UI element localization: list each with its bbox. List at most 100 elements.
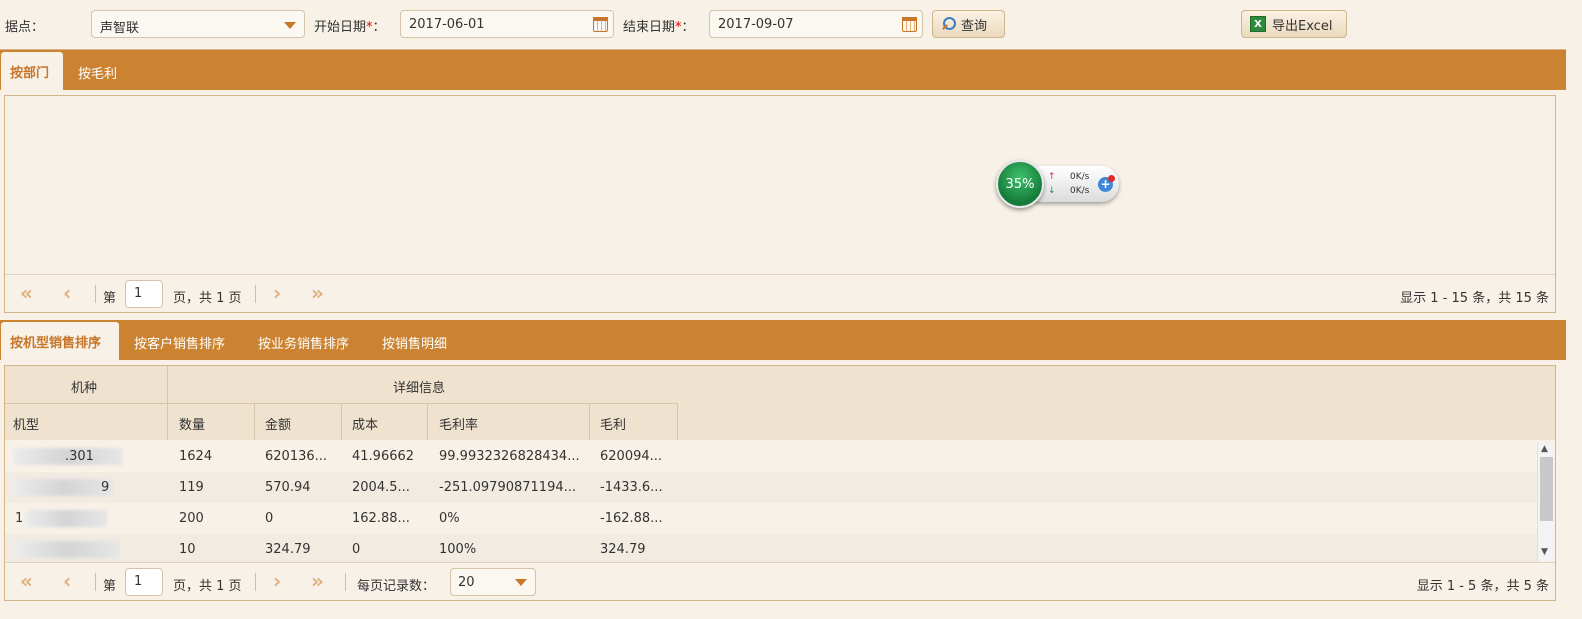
cell-gross-profit: -1433.6...: [600, 480, 663, 495]
end-date-label: 结束日期*：: [623, 20, 695, 35]
page-prefix: 第: [103, 579, 117, 594]
bottom-tab-bar: 按机型销售排序 按客户销售排序 按业务销售排序 按销售明细: [0, 320, 1566, 360]
download-arrow-icon: ↓: [1048, 186, 1056, 196]
header-divider: [677, 403, 678, 440]
usage-percent: 35%: [996, 160, 1044, 208]
model-sales-grid: 机种 详细信息 机型 数量 金额 成本 毛利率 毛利 .301 1624 620…: [4, 365, 1556, 601]
tab-by-gross-profit[interactable]: 按毛利: [69, 55, 126, 90]
tab-by-department[interactable]: 按部门: [1, 52, 63, 90]
column-header-margin-rate[interactable]: 毛利率: [439, 414, 478, 433]
table-row[interactable]: .301 1624 620136... 41.96662 99.99323268…: [5, 441, 1538, 472]
department-panel: « ‹ 第 1 页，共 1 页 › » 显示 1 - 15 条，共 15 条: [4, 95, 1556, 313]
redacted-model: [25, 510, 107, 527]
pager-divider: [95, 285, 96, 303]
header-divider: [589, 403, 590, 440]
excel-icon: X: [1250, 16, 1266, 32]
cell-amount: 0: [265, 511, 274, 526]
table-row[interactable]: 9 119 570.94 2004.5... -251.09790871194.…: [5, 472, 1538, 503]
pager-divider: [95, 573, 96, 591]
query-button[interactable]: 查询: [932, 10, 1005, 38]
scroll-down-icon[interactable]: ▼: [1541, 547, 1548, 557]
upload-speed: 0K/s: [1070, 172, 1090, 182]
cell-qty: 1624: [179, 449, 213, 464]
network-speed-widget[interactable]: 35% ↑ ↓ 0K/s 0K/s +: [996, 160, 1124, 208]
cell-margin-rate: 0%: [439, 511, 460, 526]
query-button-label: 查询: [961, 18, 988, 34]
search-icon: [941, 17, 956, 31]
page-number-input[interactable]: 1: [125, 568, 163, 596]
grid-scrollbar[interactable]: ▲ ▼: [1537, 443, 1554, 561]
grid-header: 机种 详细信息 机型 数量 金额 成本 毛利率 毛利: [5, 366, 1555, 440]
table-row[interactable]: 1 200 0 162.88... 0% -162.88...: [5, 503, 1538, 534]
cell-model: 1: [15, 511, 24, 526]
top-tab-bar: 按部门 按毛利: [0, 50, 1566, 90]
column-header-amount[interactable]: 金额: [265, 414, 291, 433]
group-header-detail: 详细信息: [393, 381, 446, 396]
cell-margin-rate: -251.09790871194...: [439, 480, 577, 495]
tab-by-business-sales[interactable]: 按业务销售排序: [249, 325, 358, 360]
column-header-gross-profit[interactable]: 毛利: [600, 414, 626, 433]
cell-qty: 200: [179, 511, 204, 526]
column-header-cost[interactable]: 成本: [352, 414, 378, 433]
pager-summary: 显示 1 - 5 条，共 5 条: [1416, 579, 1549, 594]
redacted-model: [15, 541, 119, 558]
end-date-input[interactable]: 2017-09-07: [709, 10, 923, 38]
group-header-model-kind: 机种: [71, 381, 98, 396]
redacted-model: [13, 479, 113, 496]
header-divider: [427, 403, 428, 440]
upload-arrow-icon: ↑: [1048, 172, 1056, 182]
last-page-icon[interactable]: »: [311, 571, 324, 591]
scroll-up-icon[interactable]: ▲: [1541, 444, 1548, 454]
chevron-down-icon: [284, 22, 296, 29]
per-page-value: 20: [458, 575, 475, 590]
cell-cost: 41.96662: [352, 449, 415, 464]
pager-summary: 显示 1 - 15 条，共 15 条: [1400, 291, 1549, 306]
calendar-icon[interactable]: [593, 17, 608, 32]
filter-toolbar: 据点： 声智联 开始日期*： 2017-06-01 结束日期*： 2017-09…: [0, 0, 1566, 50]
cell-gross-profit: 620094...: [600, 449, 663, 464]
cell-gross-profit: -162.88...: [600, 511, 663, 526]
bottom-pager: « ‹ 第 1 页，共 1 页 › » 每页记录数： 20 显示 1 - 5 条…: [5, 562, 1555, 600]
column-header-qty[interactable]: 数量: [179, 414, 205, 433]
pager-divider: [255, 285, 256, 303]
table-row[interactable]: 10 324.79 0 100% 324.79: [5, 534, 1538, 563]
cell-cost: 0: [352, 542, 361, 557]
first-page-icon[interactable]: «: [20, 571, 33, 591]
start-date-label: 开始日期*：: [314, 20, 386, 35]
export-excel-label: 导出Excel: [1272, 18, 1333, 34]
site-select[interactable]: 声智联: [91, 10, 305, 38]
start-date-input[interactable]: 2017-06-01: [400, 10, 614, 38]
start-date-value: 2017-06-01: [409, 17, 485, 32]
column-header-model[interactable]: 机型: [13, 414, 39, 433]
tab-sales-detail[interactable]: 按销售明细: [373, 325, 456, 360]
notification-dot: [1108, 175, 1115, 182]
cell-amount: 620136...: [265, 449, 328, 464]
end-date-value: 2017-09-07: [718, 17, 794, 32]
cell-margin-rate: 99.9932326828434...: [439, 449, 580, 464]
next-page-icon[interactable]: ›: [273, 571, 281, 591]
cell-margin-rate: 100%: [439, 542, 477, 557]
cell-qty: 119: [179, 480, 204, 495]
first-page-icon[interactable]: «: [20, 283, 33, 303]
per-page-select[interactable]: 20: [450, 568, 536, 596]
cell-amount: 570.94: [265, 480, 311, 495]
cell-cost: 2004.5...: [352, 480, 410, 495]
page-number-input[interactable]: 1: [125, 280, 163, 308]
cell-qty: 10: [179, 542, 196, 557]
site-select-value: 声智联: [100, 21, 140, 36]
export-excel-button[interactable]: X 导出Excel: [1241, 10, 1347, 38]
page-suffix: 页，共 1 页: [173, 291, 242, 306]
prev-page-icon[interactable]: ‹: [63, 283, 71, 303]
tab-by-model-sales[interactable]: 按机型销售排序: [1, 322, 119, 360]
calendar-icon[interactable]: [902, 17, 917, 32]
last-page-icon[interactable]: »: [311, 283, 324, 303]
prev-page-icon[interactable]: ‹: [63, 571, 71, 591]
pager-divider: [345, 573, 346, 591]
cell-model: .301: [65, 449, 94, 464]
page-prefix: 第: [103, 291, 117, 306]
top-pager: « ‹ 第 1 页，共 1 页 › » 显示 1 - 15 条，共 15 条: [5, 274, 1555, 312]
tab-by-customer-sales[interactable]: 按客户销售排序: [125, 325, 234, 360]
scrollbar-thumb[interactable]: [1540, 457, 1553, 521]
cell-cost: 162.88...: [352, 511, 410, 526]
next-page-icon[interactable]: ›: [273, 283, 281, 303]
